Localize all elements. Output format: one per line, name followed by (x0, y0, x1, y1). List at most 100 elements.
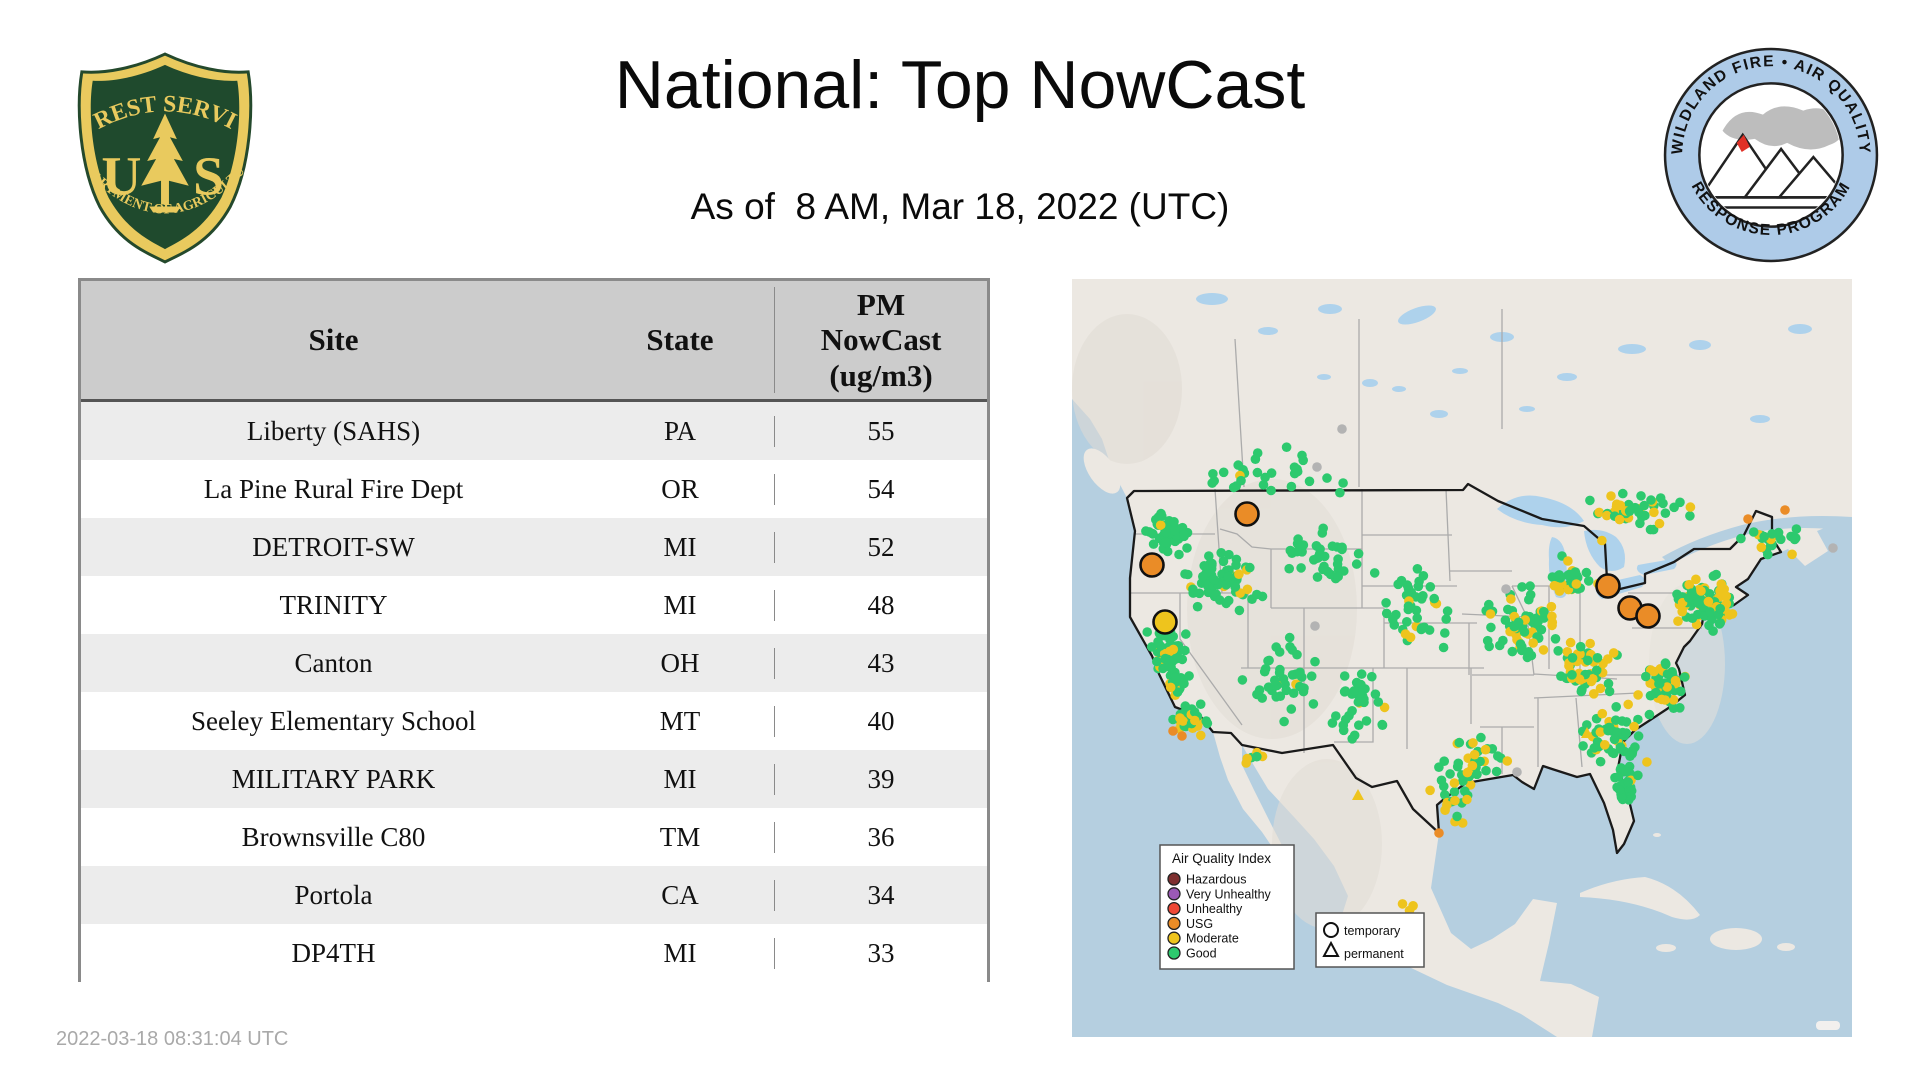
monitor-dot (1673, 616, 1683, 626)
monitor-dot (1148, 539, 1159, 549)
report-page: FOREST SERVICE U S DEPARTMENT OF AGRICUL… (0, 0, 1920, 1080)
monitor-dot (1340, 686, 1351, 696)
monitor-dot (1494, 640, 1505, 651)
monitor-dot (1179, 529, 1189, 540)
monitor-dot (1600, 740, 1610, 750)
monitor-dot (1153, 636, 1163, 647)
monitor-dot (1338, 478, 1348, 488)
monitor-dot (1293, 534, 1303, 544)
monitor-dot (1567, 670, 1577, 680)
monitor-dot (1418, 591, 1428, 601)
monitor-dot (1597, 708, 1608, 719)
monitor-dot (1519, 627, 1530, 637)
monitor-dot (1408, 901, 1418, 911)
table-row: MILITARY PARK MI 39 (81, 750, 987, 808)
monitor-dot (1623, 699, 1633, 710)
monitor-dot (1436, 775, 1447, 786)
monitor-dot (1484, 641, 1494, 652)
monitor-dot (1554, 586, 1565, 596)
monitor-dot (1440, 805, 1450, 815)
monitor-dot (1297, 450, 1307, 461)
wfaqrp-logo: WILDLAND FIRE • AIR QUALITY RESPONSE PRO… (1663, 47, 1879, 263)
monitor-dot (1234, 605, 1245, 616)
monitor-dot (1581, 567, 1592, 578)
monitor-dot (1252, 751, 1262, 762)
monitor-dot (1597, 535, 1607, 546)
monitor-dot (1266, 468, 1277, 478)
monitor-dot (1469, 749, 1480, 760)
monitor-dot (1481, 765, 1491, 776)
monitor-dot (1585, 495, 1595, 506)
monitor-dot (1571, 579, 1582, 589)
monitor-dot (1353, 548, 1364, 559)
monitor-dot (1434, 828, 1444, 838)
monitor-dot (1517, 582, 1527, 592)
monitor-dot (1516, 645, 1527, 656)
state-cell: CA (661, 879, 699, 910)
monitor-dot (1190, 715, 1200, 726)
monitor-dot (1538, 645, 1549, 655)
state-cell: MI (663, 531, 697, 562)
monitor-dot (1286, 481, 1297, 492)
monitor-dot (1670, 675, 1681, 686)
monitor-dot (1198, 571, 1208, 582)
site-cell: TRINITY (279, 589, 388, 620)
monitor-dot (1756, 542, 1767, 553)
site-cell: Portola (294, 879, 373, 910)
value-cell: 34 (774, 879, 987, 911)
value-cell: 33 (774, 937, 987, 969)
monitor-dot (1506, 594, 1516, 604)
monitor-dot (1230, 582, 1240, 592)
monitor-dot (1242, 753, 1252, 764)
monitor-dot (1207, 478, 1217, 488)
aqi-legend-title: Air Quality Index (1172, 851, 1271, 866)
monitor-dot (1716, 579, 1727, 589)
monitor-dot (1789, 534, 1800, 545)
monitor-dot (1525, 590, 1536, 600)
monitor-dot (1715, 618, 1726, 628)
monitor-dot (1655, 493, 1666, 503)
monitor-dot (1528, 638, 1538, 648)
monitor-dot (1279, 716, 1289, 727)
monitor-dot (1578, 741, 1588, 751)
monitor-dot (1453, 758, 1464, 769)
monitor-dot (1661, 659, 1671, 670)
state-cell: TM (659, 821, 701, 852)
monitor-dot (1636, 491, 1646, 501)
monitor-dot (1685, 502, 1696, 512)
monitor-dot (1349, 686, 1359, 696)
monitor-dot (1234, 569, 1244, 579)
value-cell: 39 (774, 763, 987, 795)
monitor-dot (1199, 561, 1209, 571)
monitor-dot (1236, 475, 1246, 486)
legend-item-label: Hazardous (1186, 873, 1246, 887)
value-cell: 54 (774, 473, 987, 505)
monitor-dot (1245, 562, 1255, 573)
monitor-dot (1468, 738, 1478, 748)
marker-type-legend: temporary permanent (1315, 912, 1425, 968)
monitor-dot (1633, 690, 1643, 700)
monitor-dot (1218, 556, 1229, 567)
monitor-dot (1570, 567, 1581, 577)
monitor-dot (1675, 686, 1686, 697)
monitor-dot (1338, 725, 1349, 736)
monitor-dot (1319, 551, 1330, 562)
monitor-dot (1310, 656, 1320, 667)
monitor-dot (1500, 615, 1511, 625)
monitor-dot (1284, 563, 1294, 574)
table-body: Liberty (SAHS) PA 55 La Pine Rural Fire Dep… (81, 402, 987, 982)
monitor-dot (1502, 756, 1513, 766)
monitor-dot (1403, 601, 1414, 611)
monitor-dot (1727, 609, 1738, 619)
monitor-dot (1304, 476, 1315, 487)
monitor-dot (1609, 734, 1620, 745)
monitor-dot (1295, 667, 1305, 678)
monitor-dot (1271, 642, 1281, 652)
monitor-dot (1618, 488, 1628, 499)
monitor-dot (1608, 648, 1619, 658)
aqi-legend: Air Quality Index HazardousVery Unhealth… (1159, 844, 1295, 970)
monitor-dot (1169, 517, 1179, 527)
monitor-dot (1373, 697, 1384, 707)
monitor-dot (1547, 620, 1557, 631)
monitor-dot (1322, 473, 1332, 483)
